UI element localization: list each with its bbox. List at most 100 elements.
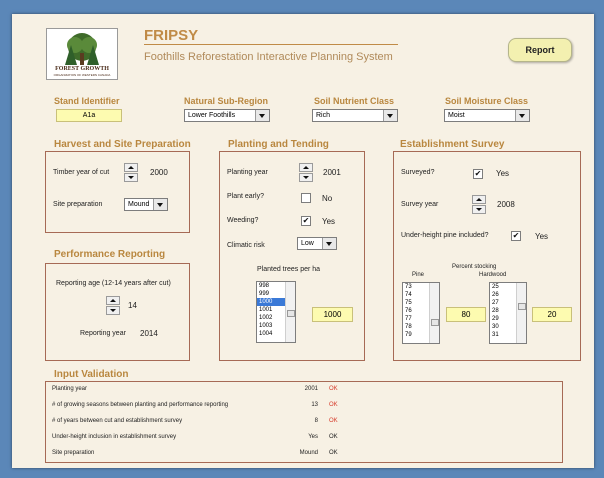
scrollbar[interactable] <box>429 283 439 343</box>
planting-year-spinner[interactable] <box>299 163 313 183</box>
table-row: Under-height inclusion in establishment … <box>46 430 562 446</box>
reporting-age-value: 14 <box>128 301 137 310</box>
harvest-title: Harvest and Site Preparation <box>54 139 191 150</box>
scrollbar[interactable] <box>516 283 526 343</box>
reporting-age-label: Reporting age (12-14 years after cut) <box>56 280 171 287</box>
hardwood-stocking-list[interactable]: 25 26 27 28 29 30 31 <box>489 282 527 344</box>
nutrient-label: Soil Nutrient Class <box>314 96 395 106</box>
nutrient-select[interactable]: Rich <box>312 109 398 122</box>
validation-label: Planting year <box>52 386 88 392</box>
pine-stocking-list[interactable]: 73 74 75 76 77 78 79 <box>402 282 440 344</box>
chevron-down-icon[interactable] <box>515 110 529 121</box>
logo: FOREST GROWTH ORGANIZATION OF WESTERN CA… <box>46 28 118 80</box>
reporting-age-spinner[interactable] <box>106 296 120 316</box>
validation-label: # of growing seasons between planting an… <box>52 402 229 408</box>
plant-early-label: Plant early? <box>227 193 264 200</box>
validation-value: 8 <box>314 418 318 424</box>
validation-status: OK <box>329 450 338 456</box>
stocking-label: Percent stocking <box>452 264 497 270</box>
plant-early-value: No <box>322 194 333 203</box>
weeding-checkbox[interactable]: ✔ <box>301 216 311 226</box>
hardwood-stocking-value[interactable]: 20 <box>532 307 572 322</box>
increment-icon[interactable] <box>124 163 138 172</box>
increment-icon[interactable] <box>472 195 486 204</box>
survey-year-label: Survey year <box>401 201 439 208</box>
climatic-risk-select[interactable]: Low <box>297 237 337 250</box>
timber-year-value: 2000 <box>150 168 168 177</box>
decrement-icon[interactable] <box>106 306 120 315</box>
pine-stocking-value[interactable]: 80 <box>446 307 486 322</box>
validation-value: 2001 <box>304 386 318 392</box>
validation-value: 13 <box>311 402 318 408</box>
subregion-value: Lower Foothills <box>188 112 236 119</box>
validation-title: Input Validation <box>54 369 129 380</box>
increment-icon[interactable] <box>299 163 313 172</box>
underheight-value: Yes <box>535 232 549 241</box>
harvest-panel <box>45 151 190 233</box>
validation-label: # of years between cut and establishment… <box>52 418 183 424</box>
site-prep-select[interactable]: Mound <box>124 198 168 211</box>
site-prep-label: Site preparation <box>53 201 103 208</box>
stand-identifier-label: Stand Identifier <box>54 96 120 106</box>
table-row: Site preparation Mound OK <box>46 446 562 462</box>
app-title: FRIPSY <box>144 27 199 44</box>
tree-icon <box>65 33 99 65</box>
surveyed-label: Surveyed? <box>401 169 435 176</box>
hardwood-label: Hardwood <box>479 272 507 278</box>
chevron-down-icon[interactable] <box>322 238 336 249</box>
timber-year-label: Timber year of cut <box>53 169 110 176</box>
validation-value: Mound <box>299 450 318 456</box>
nutrient-value: Rich <box>316 112 331 119</box>
validation-status: OK <box>329 386 338 392</box>
subregion-label: Natural Sub-Region <box>184 96 269 106</box>
moisture-value: Moist <box>448 112 465 119</box>
planted-trees-list[interactable]: 998 999 1000 1001 1002 1003 1004 <box>256 281 296 343</box>
plant-early-checkbox[interactable] <box>301 193 311 203</box>
underheight-checkbox[interactable]: ✔ <box>511 231 521 241</box>
surveyed-checkbox[interactable]: ✔ <box>473 169 483 179</box>
validation-status: OK <box>329 434 338 440</box>
stand-identifier-input[interactable]: A1a <box>56 109 122 122</box>
logo-subtext: ORGANIZATION OF WESTERN CANADA <box>53 73 111 77</box>
weeding-value: Yes <box>322 217 336 226</box>
app-subtitle: Foothills Reforestation Interactive Plan… <box>144 51 393 63</box>
climatic-risk-value: Low <box>301 240 314 247</box>
moisture-select[interactable]: Moist <box>444 109 530 122</box>
validation-value: Yes <box>308 434 318 440</box>
survey-year-value: 2008 <box>497 200 515 209</box>
table-row: # of years between cut and establishment… <box>46 414 562 430</box>
survey-year-spinner[interactable] <box>472 195 486 215</box>
scrollbar[interactable] <box>285 282 295 342</box>
report-button[interactable]: Report <box>508 38 572 62</box>
weeding-label: Weeding? <box>227 217 259 224</box>
underheight-label: Under-height pine included? <box>401 232 489 239</box>
surveyed-value: Yes <box>496 169 510 178</box>
planting-title: Planting and Tending <box>228 139 329 150</box>
establishment-title: Establishment Survey <box>400 139 505 150</box>
timber-year-spinner[interactable] <box>124 163 138 183</box>
chevron-down-icon[interactable] <box>383 110 397 121</box>
planting-year-value: 2001 <box>323 168 341 177</box>
validation-label: Under-height inclusion in establishment … <box>52 434 177 440</box>
logo-text: FOREST GROWTH <box>55 66 109 72</box>
app-title-rule <box>144 44 398 45</box>
planted-trees-value[interactable]: 1000 <box>312 307 353 322</box>
table-row: Planting year 2001 OK <box>46 382 562 398</box>
chevron-down-icon[interactable] <box>255 110 269 121</box>
planting-year-label: Planting year <box>227 169 268 176</box>
decrement-icon[interactable] <box>124 173 138 182</box>
planted-trees-label: Planted trees per ha <box>257 266 321 273</box>
decrement-icon[interactable] <box>299 173 313 182</box>
reporting-year-label: Reporting year <box>80 330 126 337</box>
validation-label: Site preparation <box>52 450 95 456</box>
increment-icon[interactable] <box>106 296 120 305</box>
validation-status: OK <box>329 418 338 424</box>
decrement-icon[interactable] <box>472 205 486 214</box>
table-row: # of growing seasons between planting an… <box>46 398 562 414</box>
validation-table: Planting year 2001 OK # of growing seasons … <box>45 381 563 463</box>
fripsy-window: FOREST GROWTH ORGANIZATION OF WESTERN CA… <box>12 14 594 468</box>
performance-title: Performance Reporting <box>54 249 166 260</box>
reporting-year-value: 2014 <box>140 329 158 338</box>
subregion-select[interactable]: Lower Foothills <box>184 109 270 122</box>
chevron-down-icon[interactable] <box>153 199 167 210</box>
